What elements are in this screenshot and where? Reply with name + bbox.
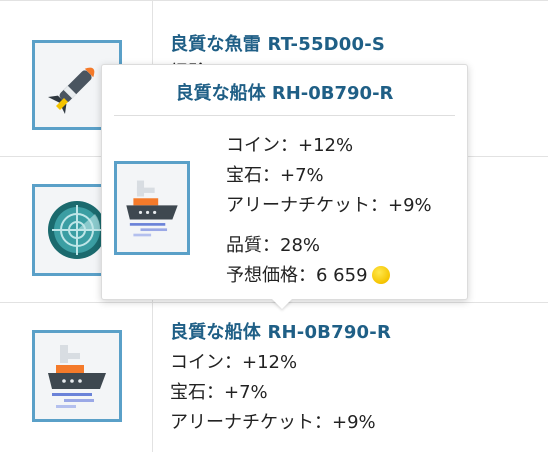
item-icon-ship-hull[interactable] (32, 330, 122, 422)
item-title[interactable]: 良質な魚雷 RT-55D00-S (170, 30, 385, 56)
ship-hull-icon (126, 180, 178, 237)
tooltip-price-row: 予想価格：6 659 (226, 261, 390, 287)
item-tooltip: 良質な船体 RH-0B790-R コイン：+12% 宝石：+7% アリーナチケッ… (101, 64, 468, 300)
item-stat-coins: コイン：+12% (170, 352, 298, 373)
tooltip-stat-gems: 宝石：+7% (226, 165, 324, 186)
row-divider (0, 0, 548, 1)
tooltip-price: 予想価格：6 659 (226, 265, 368, 286)
item-stat-arena-tickets: アリーナチケット：+9% (170, 412, 376, 433)
tooltip-stat-coins: コイン：+12% (226, 135, 354, 156)
tooltip-item-icon (114, 161, 190, 255)
item-title[interactable]: 良質な船体 RH-0B790-R (170, 318, 391, 344)
tooltip-divider (114, 115, 455, 116)
tooltip-quality: 品質：28% (226, 235, 321, 256)
tooltip-stat-arena-tickets: アリーナチケット：+9% (226, 195, 432, 216)
tooltip-title: 良質な船体 RH-0B790-R (175, 83, 394, 104)
tooltip-arrow (272, 299, 292, 309)
radar-icon (48, 201, 106, 259)
item-stat-gems: 宝石：+7% (170, 382, 268, 403)
gold-coin-icon (371, 266, 390, 284)
ship-hull-icon (48, 345, 106, 408)
